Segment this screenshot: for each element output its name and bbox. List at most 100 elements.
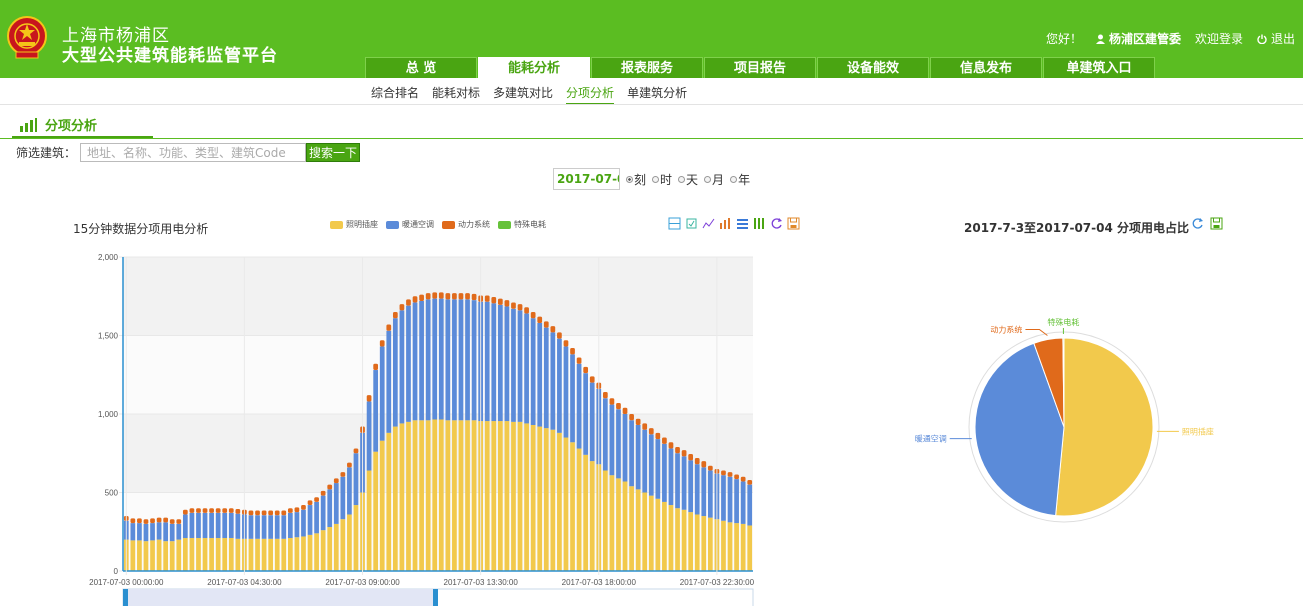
pie-label-hvac: 暖通空调 (915, 434, 947, 444)
y-tick-label: 0 (114, 567, 119, 576)
refresh-icon[interactable] (1191, 217, 1204, 230)
bar-segment-power (182, 509, 188, 515)
bar-segment-lighting (563, 437, 569, 571)
bar-segment-power (202, 508, 208, 513)
bar-segment-power (662, 437, 667, 444)
granularity-year-radio[interactable]: 年 (730, 171, 750, 188)
zoom-icon[interactable] (668, 217, 681, 230)
bar-segment-hvac (340, 476, 346, 520)
bar-segment-hvac (406, 305, 411, 422)
nav-tab-overview[interactable]: 总 览 (365, 57, 477, 78)
user-icon (1095, 34, 1105, 44)
building-filter: 筛选建筑： 搜索一下 (16, 143, 361, 162)
bar-segment-lighting (156, 539, 162, 571)
bar-segment-hvac (228, 512, 234, 539)
nav-tab-equipment-efficiency[interactable]: 设备能效 (817, 57, 929, 78)
bar-segment-power (530, 311, 536, 319)
bar-segment-hvac (347, 467, 352, 515)
y-tick-label: 1,500 (98, 332, 119, 341)
bar-segment-hvac (465, 299, 470, 421)
bar-segment-lighting (353, 505, 359, 571)
bar-segment-hvac (497, 304, 503, 422)
nav-tab-project-report[interactable]: 项目报告 (704, 57, 816, 78)
bar-segment-lighting (694, 514, 700, 571)
nav-tab-report-service[interactable]: 报表服务 (591, 57, 703, 78)
stack-icon[interactable] (736, 217, 749, 230)
granularity-hour-radio[interactable]: 时 (652, 171, 672, 188)
building-search-input[interactable] (80, 143, 307, 162)
bar-segment-power (379, 340, 385, 347)
bar-segment-hvac (635, 424, 641, 490)
bar-segment-lighting (373, 451, 379, 571)
bar-segment-hvac (517, 310, 523, 422)
bar-segment-power (392, 311, 398, 319)
legend-item-hvac[interactable]: 暖通空调 (386, 219, 434, 230)
subnav-itemized-analysis[interactable]: 分项分析 (566, 84, 615, 105)
refresh-icon[interactable] (770, 217, 783, 230)
user-bar: 您好！ 杨浦区建管委 欢迎登录 退出 (1046, 30, 1295, 47)
subnav-comprehensive-ranking[interactable]: 综合排名 (371, 84, 419, 105)
bar-segment-lighting (432, 419, 438, 571)
subnav-multi-building-compare[interactable]: 多建筑对比 (493, 84, 553, 105)
bar-segment-power (629, 414, 634, 421)
bar-segment-lighting (406, 421, 411, 571)
power-icon (1257, 34, 1267, 44)
bar-segment-hvac (320, 495, 326, 531)
line-chart-icon[interactable] (702, 217, 715, 230)
legend-item-power[interactable]: 动力系统 (442, 219, 490, 230)
section-divider (0, 138, 1303, 139)
zoom-reset-icon[interactable] (685, 217, 698, 230)
bar-segment-power (235, 508, 241, 514)
date-selector: 2017-07-0 刻 时 天 月 年 (553, 168, 750, 190)
bar-segment-lighting (182, 538, 188, 571)
bar-segment-power (189, 508, 195, 513)
bar-segment-lighting (589, 461, 595, 571)
bar-segment-lighting (347, 514, 352, 571)
bar-segment-power (681, 450, 687, 457)
bar-segment-lighting (609, 475, 615, 571)
bar-segment-power (635, 418, 641, 425)
bar-segment-lighting (314, 533, 319, 571)
subnav-benchmark[interactable]: 能耗对标 (432, 84, 480, 105)
user-name-link[interactable]: 杨浦区建管委 (1095, 30, 1181, 47)
bar-segment-hvac (189, 512, 195, 539)
bar-segment-lighting (668, 505, 674, 571)
nav-tab-single-building[interactable]: 单建筑入口 (1043, 57, 1155, 78)
x-tick-label: 2017-07-03 00:00:00 (89, 578, 164, 587)
bar-chart-icon[interactable] (719, 217, 732, 230)
search-button[interactable]: 搜索一下 (306, 143, 361, 162)
bar-segment-hvac (137, 523, 142, 541)
date-input[interactable]: 2017-07-0 (553, 168, 620, 190)
bar-segment-hvac (287, 512, 293, 539)
stacked-bar-chart: 0 500 1,000 1,500 2,000 2017-07-03 00:00:00 20… (89, 253, 755, 606)
save-image-icon[interactable] (787, 217, 800, 230)
bar-segment-hvac (353, 453, 359, 506)
bar-segment-lighting (261, 538, 267, 571)
nav-tab-energy-analysis[interactable]: 能耗分析 (478, 57, 590, 78)
logout-button[interactable]: 退出 (1257, 30, 1295, 47)
bar-segment-hvac (740, 481, 746, 524)
bar-segment-lighting (616, 478, 621, 571)
filter-label: 筛选建筑： (16, 146, 77, 160)
bar-segment-lighting (169, 541, 175, 571)
bar-segment-lighting (484, 421, 490, 571)
bar-segment-power (511, 302, 516, 309)
granularity-quarter-radio[interactable]: 刻 (626, 171, 646, 188)
granularity-month-radio[interactable]: 月 (704, 171, 724, 188)
bar-segment-lighting (301, 536, 306, 571)
bar-segment-power (255, 510, 260, 516)
bar-segment-power (557, 332, 562, 339)
granularity-day-radio[interactable]: 天 (678, 171, 698, 188)
bar-segment-hvac (281, 515, 287, 539)
save-image-icon[interactable] (1210, 217, 1223, 230)
legend-item-special[interactable]: 特殊电耗 (498, 219, 546, 230)
x-tick-label: 2017-07-03 04:30:00 (207, 578, 282, 587)
tiled-icon[interactable] (753, 217, 766, 230)
x-tick-label: 2017-07-03 13:30:00 (444, 578, 519, 587)
radio-dot-icon (652, 175, 660, 183)
legend-item-lighting[interactable]: 照明插座 (330, 219, 378, 230)
bar-segment-hvac (209, 512, 214, 539)
nav-tab-info-publish[interactable]: 信息发布 (930, 57, 1042, 78)
subnav-single-building-analysis[interactable]: 单建筑分析 (627, 84, 687, 105)
section-header: 分项分析 (20, 115, 97, 134)
